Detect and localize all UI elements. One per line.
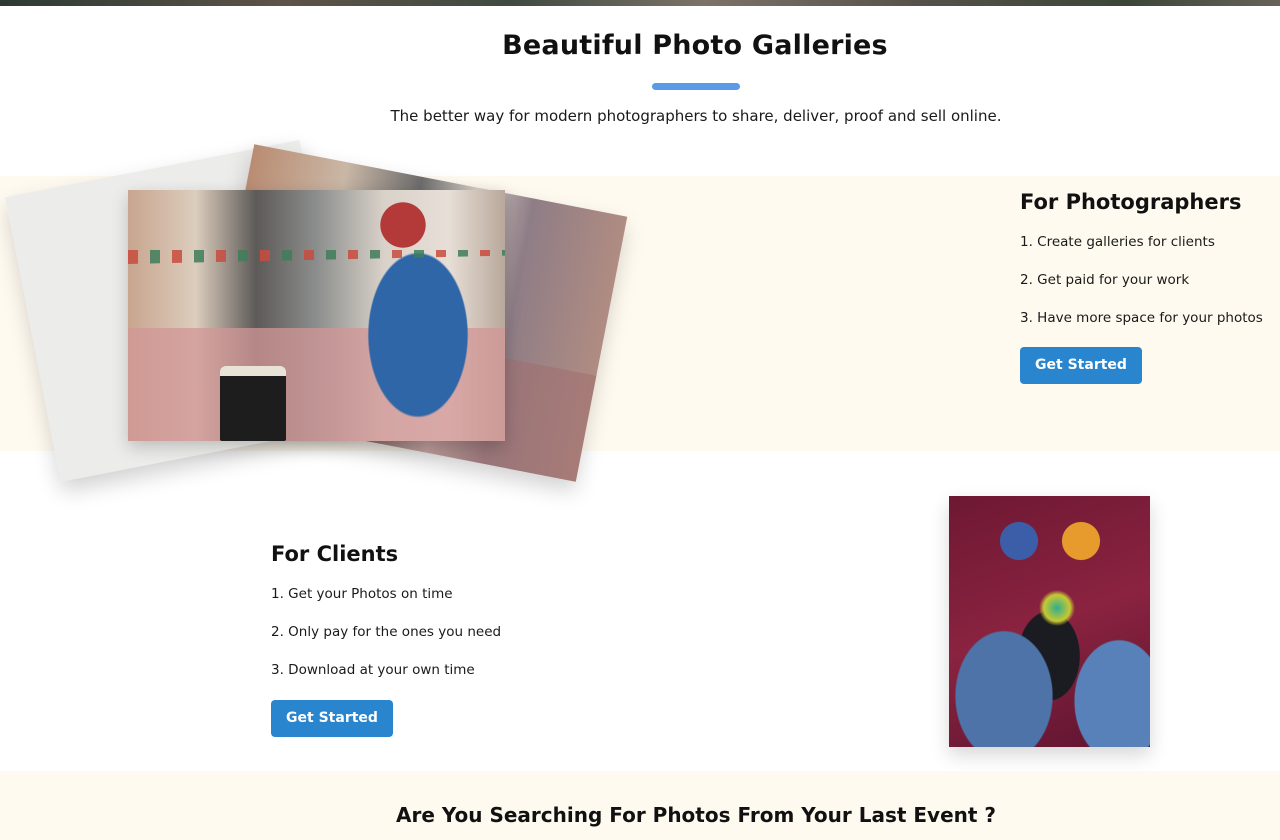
photographers-item: 3. Have more space for your photos: [1020, 310, 1263, 326]
photographers-title: For Photographers: [1020, 190, 1242, 214]
photographers-get-started-button[interactable]: Get Started: [1020, 347, 1142, 384]
clients-title: For Clients: [271, 542, 399, 566]
photographers-section: For Photographers 1. Create galleries fo…: [1020, 190, 1270, 384]
drum-illustration: [220, 366, 286, 441]
photographers-item: 1. Create galleries for clients: [1020, 234, 1215, 250]
pennant-decoration: [128, 250, 505, 264]
events-heading: Are You Searching For Photos From Your L…: [395, 803, 996, 827]
clients-get-started-button[interactable]: Get Started: [271, 700, 393, 737]
clients-item: 2. Only pay for the ones you need: [271, 624, 502, 640]
clients-item: 3. Download at your own time: [271, 662, 475, 678]
clients-item: 1. Get your Photos on time: [271, 586, 453, 602]
page-title: Beautiful Photo Galleries: [502, 30, 888, 61]
clients-portrait-photo: [949, 496, 1150, 747]
page-subtitle: The better way for modern photographers …: [390, 107, 1002, 125]
hero-image-strip: [0, 0, 1280, 6]
clients-section: For Clients 1. Get your Photos on time 2…: [271, 542, 571, 737]
collage-photo-drummer: [128, 190, 505, 441]
title-underline: [652, 83, 740, 90]
photographers-item: 2. Get paid for your work: [1020, 272, 1190, 288]
